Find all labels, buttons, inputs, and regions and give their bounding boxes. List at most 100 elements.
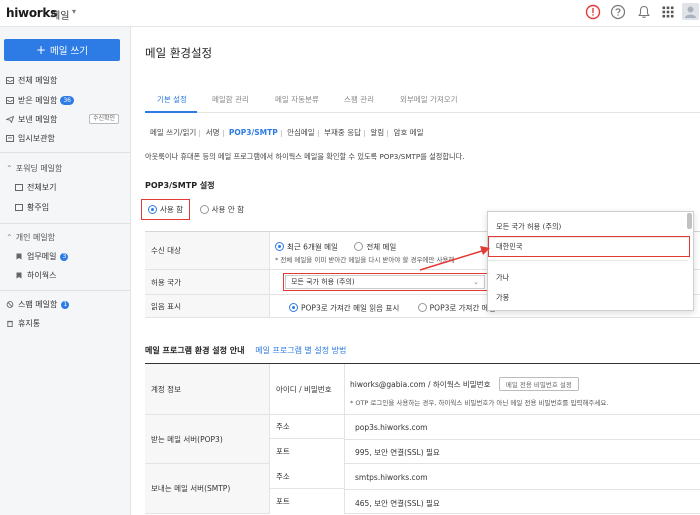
- sidebar-section-personal[interactable]: ⌃ 개인 메일함: [6, 232, 55, 243]
- sidebar-item-drafts[interactable]: 임시보관함: [6, 132, 55, 145]
- sidebar-item-work-mail[interactable]: 업무메일 3: [15, 250, 69, 263]
- radio-off-icon[interactable]: [199, 205, 209, 214]
- hiworks-logo[interactable]: hiworks: [6, 6, 57, 20]
- compose-mail-button[interactable]: + 메일 쓰기: [4, 39, 120, 61]
- all-mail-option[interactable]: 전체 메일: [354, 242, 396, 251]
- subtab-notification[interactable]: 알림: [370, 127, 384, 138]
- pop3-server-label: 받는 메일 서버(POP3): [145, 415, 270, 463]
- radio-label: POP3로 가져간 메일: [429, 303, 496, 312]
- subtab-secure-mail[interactable]: 안심메일: [287, 127, 315, 138]
- app-grid-icon[interactable]: [660, 4, 676, 20]
- unread-count-badge: 36: [60, 96, 74, 105]
- receive-target-options: 최근 6개월 메일 전체 메일: [275, 241, 396, 252]
- subtab-encrypted-mail[interactable]: 암호 메일: [394, 127, 424, 138]
- sub-tabs: 메일 쓰기/읽기 서명 POP3/SMTP 안심메일 부재중 응답 알림 암호 …: [150, 127, 427, 139]
- sidebar: + 메일 쓰기 전체 메일함 받은 메일함 36 보낸 메일함 수신확인 임시보관…: [0, 27, 131, 515]
- block-icon: [6, 301, 14, 308]
- table-row: 받는 메일 서버(POP3) 주소 포트 pop3s.hiworks.com 9…: [145, 415, 700, 464]
- pop3-unuse-option[interactable]: 사용 안 함: [199, 205, 245, 214]
- sidebar-item-label: 보낸 메일함: [18, 115, 58, 124]
- sidebar-divider: [0, 152, 130, 153]
- active-tab-indicator: [145, 111, 197, 113]
- app-switcher-label[interactable]: 메일: [51, 7, 69, 22]
- read-mark-label: 읽음 표시: [145, 295, 270, 317]
- recent-6m-option[interactable]: 최근 6개월 메일: [275, 242, 338, 251]
- subtab-signature[interactable]: 서명: [206, 127, 220, 138]
- sidebar-item-forward-all[interactable]: 전체보기: [15, 181, 56, 194]
- highlight-korea-option: [488, 236, 690, 257]
- allowed-country-label: 허용 국가: [145, 270, 270, 294]
- read-mark-option-2[interactable]: POP3로 가져간 메일: [417, 303, 496, 312]
- dropdown-scrollbar[interactable]: [687, 213, 692, 229]
- bell-icon[interactable]: [636, 4, 652, 20]
- sidebar-item-label: 휴지통: [18, 319, 41, 328]
- country-option-ghana[interactable]: 가나: [496, 273, 509, 283]
- radio-off-icon[interactable]: [354, 242, 364, 251]
- send-icon: [6, 116, 14, 123]
- program-guide-link[interactable]: 메일 프로그램 별 설정 방법: [255, 346, 346, 355]
- sidebar-item-label: 임시보관함: [18, 134, 55, 143]
- dropdown-divider: [488, 260, 688, 261]
- sidebar-item-label: 하이웍스: [27, 271, 57, 280]
- sidebar-divider: [0, 290, 130, 291]
- sidebar-item-label: 전체 메일함: [18, 76, 58, 85]
- help-icon[interactable]: [610, 4, 626, 20]
- mailbox-icon: [15, 184, 23, 191]
- sidebar-item-trash[interactable]: 휴지통: [6, 317, 40, 330]
- row-divider: [345, 489, 700, 490]
- page-title: 메일 환경설정: [145, 46, 213, 60]
- collapse-caret-icon: ⌃: [6, 164, 13, 173]
- unread-count-badge: 3: [60, 252, 69, 261]
- sidebar-item-forward-user[interactable]: 황주임: [15, 201, 49, 214]
- receive-target-note: * 전체 메일을 이미 받아간 메일을 다시 받아야 할 경우에만 사용해: [275, 256, 455, 264]
- country-option-all[interactable]: 모든 국가 허용 (주의): [496, 222, 561, 232]
- read-mark-option-1[interactable]: POP3로 가져간 메일 읽음 표시: [289, 303, 399, 312]
- sidebar-item-label: 받은 메일함: [18, 96, 58, 105]
- pop3-port: 995, 보안 연결(SSL) 필요: [355, 448, 440, 457]
- sidebar-item-sent[interactable]: 보낸 메일함: [6, 113, 57, 126]
- radio-label: 사용 안 함: [211, 205, 245, 214]
- highlight-country-select: [283, 273, 489, 291]
- radio-on-icon[interactable]: [289, 303, 298, 312]
- tab-auto-sort[interactable]: 메일 자동분류: [275, 94, 319, 105]
- read-mark-options: POP3로 가져간 메일 읽음 표시 POP3로 가져간 메일: [289, 302, 496, 313]
- section-title: 포워딩 메일함: [15, 164, 63, 173]
- inbox-icon: [6, 97, 14, 104]
- tab-external-mail[interactable]: 외부메일 가져오기: [400, 94, 458, 105]
- tab-spam-management[interactable]: 스팸 관리: [344, 94, 374, 105]
- read-receipt-button[interactable]: 수신확인: [89, 114, 120, 124]
- subtab-divider: [280, 129, 282, 137]
- country-dropdown-list[interactable]: 모든 국가 허용 (주의) 대한민국 가나 가봉: [487, 211, 694, 311]
- subtab-divider: [317, 129, 319, 137]
- country-option-gabon[interactable]: 가봉: [496, 293, 509, 303]
- address-label: 주소: [270, 415, 345, 439]
- mailbox-icon: [15, 204, 23, 211]
- tab-mailbox-management[interactable]: 메일함 관리: [212, 94, 249, 105]
- subtab-divider: [199, 129, 201, 137]
- smtp-server-label: 보내는 메일 서버(SMTP): [145, 464, 270, 513]
- chevron-down-icon[interactable]: ▾: [72, 7, 76, 16]
- sidebar-section-forwarding[interactable]: ⌃ 포워딩 메일함: [6, 163, 62, 174]
- highlight-use-option: [141, 199, 190, 220]
- sidebar-item-inbox[interactable]: 받은 메일함 36: [6, 94, 74, 107]
- unread-count-badge: 1: [61, 300, 70, 309]
- radio-label: 최근 6개월 메일: [287, 242, 338, 251]
- radio-off-icon[interactable]: [417, 303, 427, 312]
- sidebar-item-all-mail[interactable]: 전체 메일함: [6, 74, 57, 87]
- plus-icon: +: [35, 43, 47, 57]
- avatar[interactable]: [682, 3, 699, 20]
- subtab-divider: [222, 129, 224, 137]
- receive-target-label: 수신 대상: [145, 232, 270, 269]
- port-label: 포트: [270, 489, 345, 514]
- subtab-compose-read[interactable]: 메일 쓰기/읽기: [150, 127, 196, 138]
- subtab-auto-reply[interactable]: 부재중 응답: [324, 127, 361, 138]
- account-otp-note: * OTP 로그인을 사용하는 경우, 하이웍스 비밀번호가 아닌 메일 전용 …: [350, 399, 609, 407]
- subtab-divider: [364, 129, 365, 137]
- sidebar-item-spam[interactable]: 스팸 메일함 1: [6, 298, 70, 311]
- sidebar-item-hiworks[interactable]: 하이웍스: [15, 269, 56, 282]
- tab-basic-settings[interactable]: 기본 설정: [157, 94, 187, 105]
- alert-icon[interactable]: [585, 4, 601, 20]
- set-mail-password-button[interactable]: 메일 전용 비밀번호 설정: [498, 377, 579, 391]
- subtab-pop3-smtp[interactable]: POP3/SMTP: [229, 128, 278, 137]
- radio-on-icon[interactable]: [275, 242, 284, 251]
